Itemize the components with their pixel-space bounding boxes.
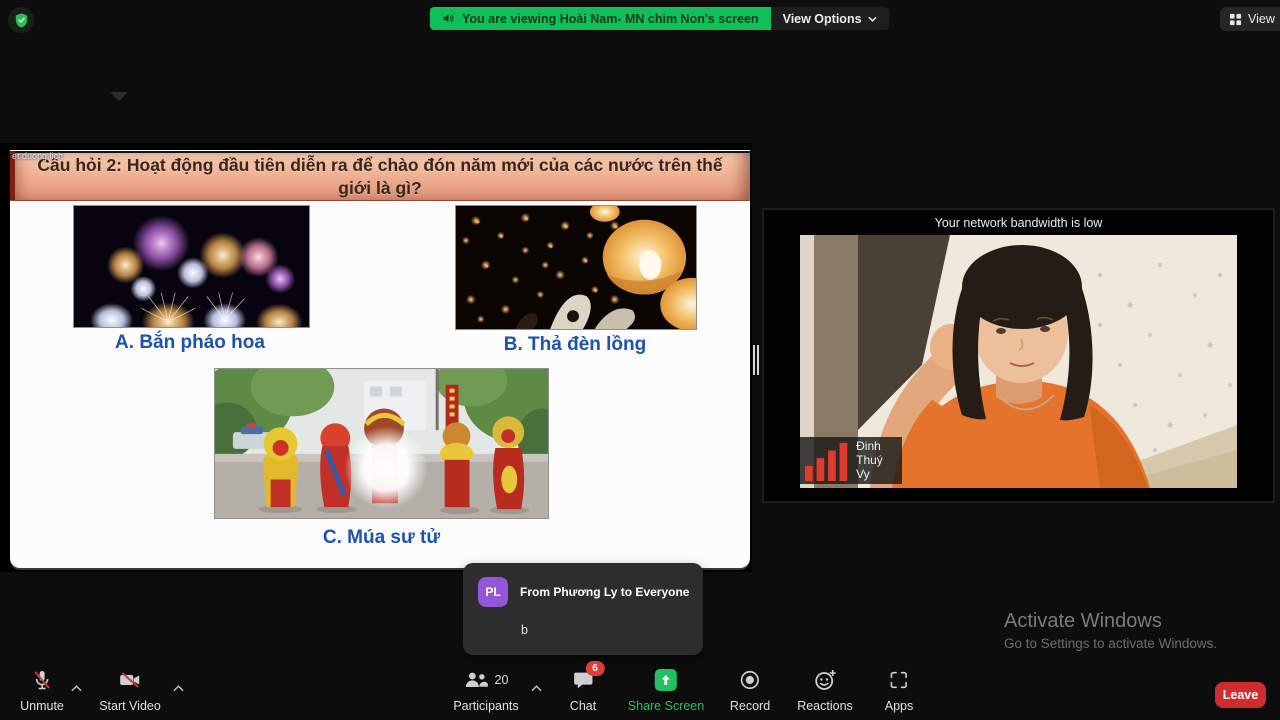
leave-button[interactable]: Leave [1215,682,1266,708]
reactions-label: Reactions [797,699,853,713]
shared-screen-area: et duong lich Câu hỏi 2: Hoạt động đầu t… [0,143,752,572]
sky-lanterns-image [455,205,697,330]
video-options-chevron[interactable] [170,681,186,695]
participant-name: Đinh Thuý Vy [856,439,893,481]
record-button[interactable]: Record [730,668,770,713]
record-label: Record [730,699,770,713]
speaker-icon [442,12,455,25]
chat-unread-badge: 6 [586,661,605,676]
grid-view-icon [1229,13,1242,26]
chat-popup-tail [110,92,128,101]
chat-button[interactable]: 6 Chat [570,668,596,713]
chat-notification-popup[interactable]: PL From Phương Ly to Everyone b [463,563,703,655]
share-screen-label: Share Screen [628,699,704,713]
bandwidth-warning: Your network bandwidth is low [764,216,1273,230]
participant-name-tag: Đinh Thuý Vy [800,437,902,484]
chat-popup-message: b [521,623,528,637]
video-panel: Your network bandwidth is low [762,208,1275,503]
activate-windows-watermark: Activate Windows Go to Settings to activ… [1004,610,1217,651]
participants-label: Participants [453,699,518,713]
record-circle-icon [739,669,761,691]
view-options-button[interactable]: View Options [771,7,889,30]
unmute-button[interactable]: Unmute [20,668,64,713]
zoom-meeting-window: You are viewing Hoài Nam- MN chim Non's … [0,0,1280,720]
lion-dance-image [214,368,549,519]
chat-avatar: PL [478,577,508,607]
presentation-slide: et duong lich Câu hỏi 2: Hoạt động đầu t… [10,150,750,568]
shield-check-icon [13,12,30,29]
signal-bars-icon [805,439,851,481]
start-video-label: Start Video [99,699,161,713]
view-options-label: View Options [783,12,862,26]
watermark-line1: Activate Windows [1004,610,1217,633]
participant-video-tile[interactable]: Đinh Thuý Vy [800,235,1237,488]
slide-overlay-text: et duong lich [12,151,63,161]
watermark-line2: Go to Settings to activate Windows. [1004,636,1217,651]
viewing-banner: You are viewing Hoài Nam- MN chim Non's … [430,7,889,30]
mic-muted-icon [30,668,54,692]
chat-popup-header: From Phương Ly to Everyone [520,585,689,599]
question-text: Câu hỏi 2: Hoạt động đầu tiên diễn ra để… [30,154,730,200]
view-button-label: View [1248,12,1275,26]
apps-button[interactable]: Apps [885,668,914,713]
question-banner: Câu hỏi 2: Hoạt động đầu tiên diễn ra để… [10,151,750,201]
unmute-options-chevron[interactable] [68,681,84,695]
share-screen-button[interactable]: Share Screen [628,668,704,713]
participants-count: 20 [495,673,509,687]
security-shield-button[interactable] [8,7,34,33]
unmute-label: Unmute [20,699,64,713]
view-button[interactable]: View [1220,7,1280,31]
option-b-label: B. Thả đèn lồng [440,334,710,356]
fireworks-image [73,205,310,328]
panel-divider-handle[interactable] [753,345,760,375]
apps-label: Apps [885,699,914,713]
chat-label: Chat [570,699,596,713]
share-screen-arrow-icon [655,669,677,691]
viewing-banner-text: You are viewing Hoài Nam- MN chim Non's … [462,12,759,26]
participants-button[interactable]: 20 Participants [453,668,518,713]
option-c-label: C. Múa sư tử [214,527,549,549]
participants-options-chevron[interactable] [528,681,544,695]
option-a-label: A. Bắn pháo hoa [50,332,330,354]
camera-muted-icon [117,668,143,692]
people-icon [464,669,490,691]
smiley-plus-icon [813,668,837,692]
chevron-down-icon [868,16,877,22]
leave-label: Leave [1223,688,1258,702]
start-video-button[interactable]: Start Video [99,668,161,713]
corner-brackets-icon [888,669,910,691]
reactions-button[interactable]: Reactions [797,668,853,713]
